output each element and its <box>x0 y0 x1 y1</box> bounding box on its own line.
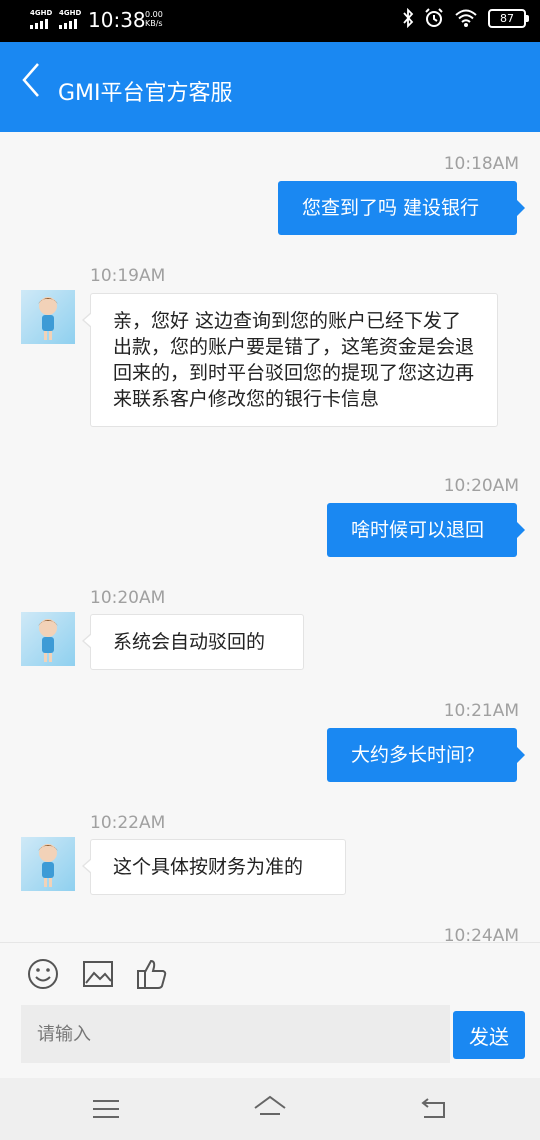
avatar-image <box>38 844 58 887</box>
avatar-image <box>38 619 58 662</box>
emoji-icon[interactable] <box>26 957 60 991</box>
message-timestamp: 10:20AM <box>443 476 519 496</box>
incoming-message[interactable]: 亲，您好 这边查询到您的账户已经下发了出款，您的账户要是错了，这笔资金是会退回来… <box>82 293 498 427</box>
message-timestamp: 10:22AM <box>90 813 166 833</box>
chat-header: GMI平台官方客服 <box>0 42 540 132</box>
home-icon[interactable] <box>252 1092 288 1126</box>
speed-unit: KB/s <box>145 19 163 28</box>
message-input[interactable] <box>21 1005 450 1063</box>
avatar-image <box>38 297 58 340</box>
send-button[interactable]: 发送 <box>453 1011 525 1059</box>
message-timestamp: 10:20AM <box>90 588 166 608</box>
outgoing-message[interactable]: 啥时候可以退回 <box>327 503 525 557</box>
outgoing-message[interactable]: 大约多长时间？ <box>327 728 525 782</box>
bluetooth-icon <box>403 8 414 28</box>
status-time: 10:38 <box>88 8 146 32</box>
image-icon[interactable] <box>81 957 115 991</box>
message-timestamp: 10:21AM <box>443 701 519 721</box>
composer: 发送 <box>0 942 540 1079</box>
incoming-message[interactable]: 这个具体按财务为准的 <box>82 839 346 895</box>
chevron-left-icon[interactable] <box>18 60 48 100</box>
alarm-icon <box>425 8 443 27</box>
signal-1-icon: 4GHD <box>30 9 52 29</box>
network-type-1: 4GHD <box>30 9 53 17</box>
incoming-message[interactable]: 系统会自动驳回的 <box>82 614 304 670</box>
outgoing-message[interactable]: 您查到了吗 建设银行 <box>278 181 525 235</box>
agent-avatar[interactable] <box>21 290 75 344</box>
message-timestamp: 10:24AM <box>443 926 519 942</box>
wifi-icon <box>455 9 477 27</box>
network-type-2: 4GHD <box>59 9 82 17</box>
network-speed: 0.00 KB/s <box>145 10 163 28</box>
battery-icon: 87 <box>488 8 529 28</box>
menu-icon[interactable] <box>88 1092 124 1126</box>
message-timestamp: 10:19AM <box>90 266 166 286</box>
navigation-bar <box>0 1078 540 1140</box>
message-timestamp: 10:18AM <box>443 154 519 174</box>
page-title: GMI平台官方客服 <box>58 81 233 106</box>
message-list[interactable]: 10:18AM 您查到了吗 建设银行 10:19AM 亲，您好 这边查询到您的账… <box>0 132 540 942</box>
speed-value: 0.00 <box>145 10 163 19</box>
agent-avatar[interactable] <box>21 837 75 891</box>
signal-2-icon: 4GHD <box>59 9 81 29</box>
agent-avatar[interactable] <box>21 612 75 666</box>
thumbs-up-icon[interactable] <box>135 957 169 991</box>
status-bar: 4GHD 4GHD 10:38 0.00 KB/s 87 <box>0 0 540 42</box>
back-icon[interactable] <box>416 1092 452 1126</box>
